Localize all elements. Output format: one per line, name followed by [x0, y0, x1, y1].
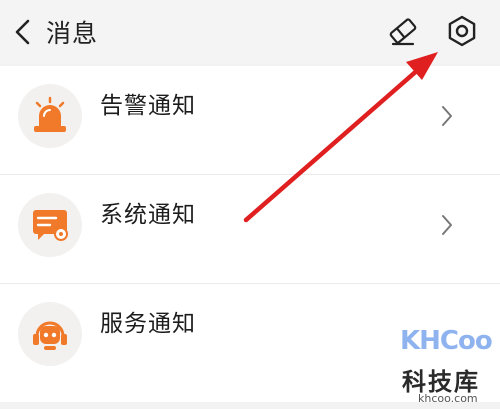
- message-card-icon: [18, 193, 82, 257]
- top-bar: 消息: [0, 0, 500, 64]
- chevron-right-icon: [436, 211, 458, 239]
- gear-icon: [448, 15, 476, 47]
- back-button[interactable]: [8, 16, 38, 48]
- notification-label: 服务通知: [100, 311, 196, 337]
- notification-item-alarm[interactable]: 告警通知: [0, 66, 500, 175]
- notification-label: 系统通知: [100, 202, 196, 228]
- chevron-right-icon: [436, 102, 458, 130]
- chevron-left-icon: [15, 19, 30, 45]
- watermark-logo: KHCoo: [400, 326, 493, 356]
- robot-headset-icon: [18, 302, 82, 366]
- page-title: 消息: [46, 19, 99, 48]
- clear-all-button[interactable]: [386, 14, 420, 48]
- notification-item-system[interactable]: 系统通知: [0, 175, 500, 284]
- settings-button[interactable]: [444, 13, 480, 49]
- notification-label: 告警通知: [100, 93, 196, 119]
- alarm-siren-icon: [18, 84, 82, 148]
- watermark-domain: khcoo.com: [418, 392, 478, 405]
- eraser-icon: [389, 18, 417, 46]
- watermark: KHCoo 科技库 khcoo.com: [396, 322, 496, 406]
